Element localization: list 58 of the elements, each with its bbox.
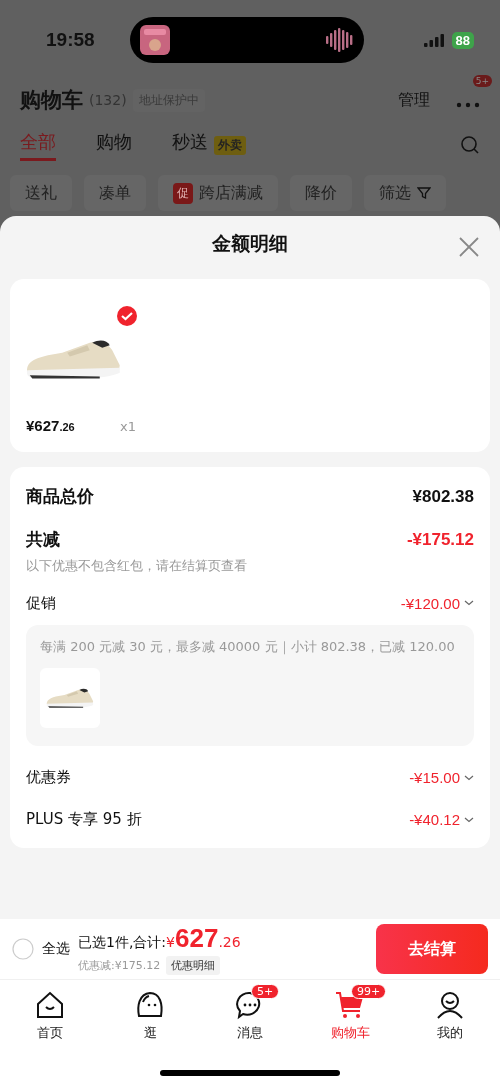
category-tab[interactable]: 购物	[96, 129, 132, 161]
checkmark-icon[interactable]	[116, 305, 138, 327]
promotion-rule: 每满 200 元减 30 元，最多减 40000 元｜小计 802.38，已减 120.00	[40, 639, 456, 656]
battery-indicator: 88	[451, 31, 474, 49]
chip-label: 筛选	[379, 182, 411, 204]
discount-item-label: 优惠券	[26, 768, 72, 788]
nav-tab[interactable]: 我的	[437, 1024, 463, 1042]
album-art-icon	[140, 25, 170, 55]
smiley-face-icon[interactable]	[135, 990, 165, 1020]
manage-button[interactable]: 管理	[398, 89, 430, 111]
filter-chip[interactable]: 筛选	[364, 175, 446, 211]
sheet-title: 金额明细	[212, 231, 288, 256]
discount-label: 共减	[26, 528, 61, 551]
total-label: 商品总价	[26, 485, 95, 508]
takeaway-tag: 外卖	[214, 135, 246, 155]
nav-tab[interactable]: 购物车	[330, 1024, 370, 1042]
filter-chip[interactable]: 送礼	[10, 175, 72, 211]
quantity: x1	[120, 419, 136, 434]
promo-tag: 促	[173, 182, 193, 204]
funnel-icon	[417, 186, 431, 200]
more-icon[interactable]	[456, 101, 480, 108]
signal-icon	[423, 33, 446, 47]
discount-detail-button[interactable]: 优惠明细	[166, 956, 221, 975]
discount-item-value[interactable]: -¥120.00	[400, 594, 460, 612]
audio-wave-icon	[326, 28, 354, 52]
nav-tab[interactable]: 逛	[143, 1024, 157, 1042]
nav-tab[interactable]: 消息	[237, 1024, 263, 1042]
discount-item-value[interactable]: -¥40.12	[409, 811, 460, 829]
filter-chip[interactable]: 凑单	[84, 175, 146, 211]
person-icon[interactable]	[435, 990, 465, 1020]
discount-item-label: PLUS 专享 95 折	[26, 810, 143, 830]
chevron-down-icon[interactable]	[464, 600, 474, 606]
status-time: 19:58	[46, 29, 96, 51]
checkout-button[interactable]: 去结算	[376, 924, 488, 974]
nav-tab[interactable]: 首页	[37, 1024, 63, 1042]
select-all-checkbox[interactable]	[12, 938, 34, 960]
close-icon[interactable]	[458, 236, 480, 258]
notification-badge: 5+	[472, 74, 492, 87]
discount-note: 以下优惠不包含红包，请在结算页查看	[26, 557, 248, 575]
product-price: ¥627.26	[26, 417, 75, 434]
chip-label: 跨店满减	[199, 182, 263, 204]
select-all-label[interactable]: 全选	[42, 940, 70, 958]
discount-item-value[interactable]: -¥15.00	[409, 769, 460, 787]
chevron-down-icon[interactable]	[464, 816, 474, 823]
filter-chip[interactable]: 降价	[290, 175, 352, 211]
category-tab[interactable]: 秒送	[172, 129, 208, 161]
chevron-down-icon[interactable]	[464, 774, 474, 781]
discount-value: -¥175.12	[406, 529, 474, 550]
filter-chip[interactable]: 促 跨店满减	[158, 175, 278, 211]
notification-badge: 5+	[251, 984, 280, 999]
search-icon[interactable]	[460, 135, 480, 155]
discount-item-label: 促销	[26, 593, 57, 613]
home-icon[interactable]	[35, 990, 65, 1020]
total-amount: ¥627.26	[166, 923, 241, 954]
selected-summary: 已选1件,合计:	[78, 934, 167, 952]
total-value: ¥802.38	[412, 486, 474, 507]
page-title: 购物车	[20, 87, 83, 114]
discount-summary: 优惠减:¥175.12	[78, 958, 161, 973]
